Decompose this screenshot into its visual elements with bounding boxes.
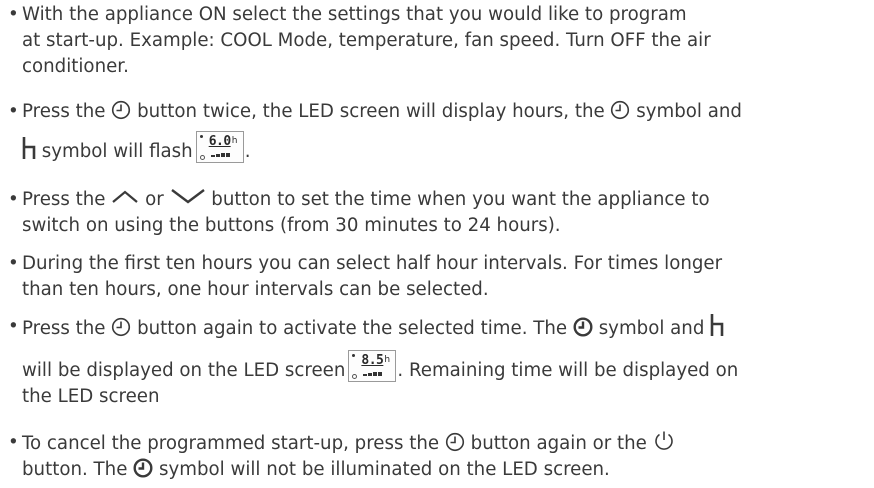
timer-filled-icon bbox=[573, 317, 593, 337]
instruction-line: switch on using the buttons (from 30 min… bbox=[22, 215, 561, 236]
instruction-item-1: With the appliance ON select the setting… bbox=[8, 2, 868, 80]
instruction-line: than ten hours, one hour intervals can b… bbox=[22, 279, 489, 300]
instruction-item-5: Press the button again to activate the s… bbox=[8, 314, 868, 410]
timer-icon bbox=[111, 317, 131, 337]
timer-icon bbox=[111, 100, 131, 120]
timer-icon bbox=[610, 100, 630, 120]
hour-symbol-icon bbox=[710, 314, 724, 336]
instruction-line: With the appliance ON select the setting… bbox=[22, 4, 687, 25]
instruction-item-3: Press the or button to set the time when… bbox=[8, 187, 868, 239]
instruction-line: the LED screen bbox=[22, 386, 160, 407]
instruction-line: During the first ten hours you can selec… bbox=[22, 253, 723, 274]
lcd-display-icon: 8.5 h bbox=[348, 350, 397, 382]
timer-filled-icon bbox=[133, 458, 153, 478]
instruction-item-2: Press the button twice, the LED screen w… bbox=[8, 99, 868, 165]
down-arrow-icon bbox=[170, 188, 206, 204]
timer-icon bbox=[445, 432, 465, 452]
power-icon bbox=[653, 430, 675, 452]
instruction-item-4: During the first ten hours you can selec… bbox=[8, 251, 868, 303]
lcd-display-icon: 6.0 h bbox=[195, 131, 244, 163]
instruction-item-6: To cancel the programmed start-up, press… bbox=[8, 430, 868, 483]
instruction-line: conditioner. bbox=[22, 56, 129, 77]
instruction-line: at start-up. Example: COOL Mode, tempera… bbox=[22, 30, 711, 51]
up-arrow-icon bbox=[111, 190, 139, 204]
hour-symbol-icon bbox=[22, 137, 36, 159]
